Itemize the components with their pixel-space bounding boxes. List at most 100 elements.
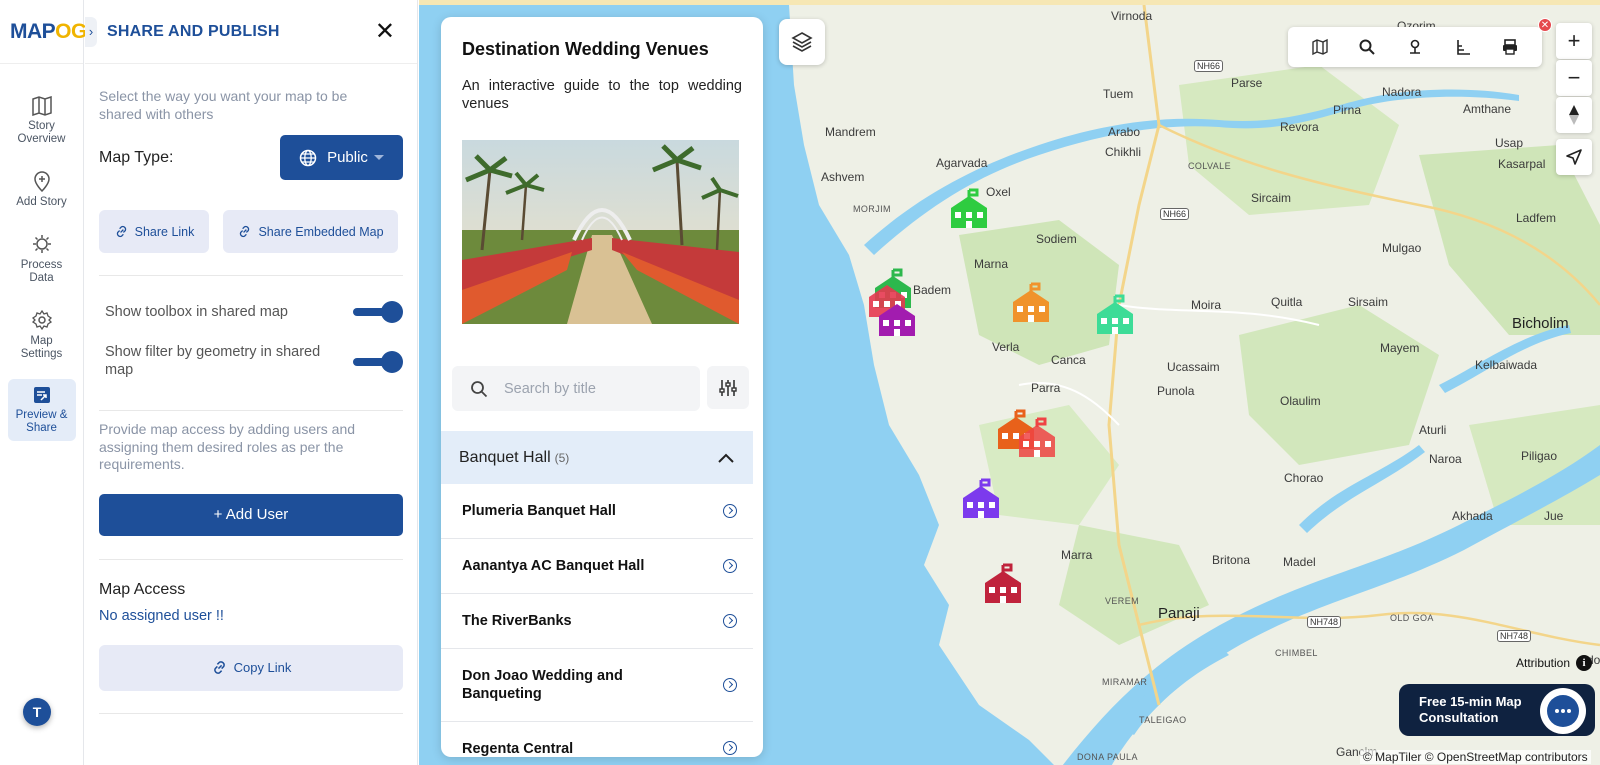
map-label: Marra xyxy=(1061,548,1093,562)
search-input[interactable]: Search by title xyxy=(452,366,700,411)
category-header-banquet-hall[interactable]: Banquet Hall (5) xyxy=(441,431,753,484)
share-link-button[interactable]: Share Link xyxy=(99,210,209,253)
toolbox-toggle-row: Show toolbox in shared map xyxy=(85,301,417,323)
venue-marker[interactable] xyxy=(959,478,1003,520)
venue-item[interactable]: Aanantya AC Banquet Hall xyxy=(441,539,753,594)
toolbox-toggle[interactable] xyxy=(353,301,403,323)
compass-button[interactable] xyxy=(1556,97,1592,133)
road-shield: NH748 xyxy=(1307,616,1342,628)
chevron-circle-icon[interactable] xyxy=(723,504,737,518)
sliders-icon xyxy=(719,379,737,396)
venue-marker[interactable] xyxy=(1009,282,1053,324)
share-embedded-button[interactable]: Share Embedded Map xyxy=(223,210,398,253)
search-icon[interactable] xyxy=(1358,38,1376,56)
rail-item-add-story[interactable]: Add Story xyxy=(8,164,76,215)
filter-toggle-row: Show filter by geometry in shared map xyxy=(85,344,417,379)
attribution[interactable]: Attribution i xyxy=(1516,655,1593,671)
chevron-circle-icon[interactable] xyxy=(723,678,737,692)
venue-item[interactable]: The RiverBanks xyxy=(441,594,753,649)
map-label: Kelbaiwada xyxy=(1475,358,1538,372)
no-user-text: No assigned user !! xyxy=(99,607,224,624)
close-icon: ✕ xyxy=(1540,19,1550,31)
toolbox-close-button[interactable]: ✕ xyxy=(1538,18,1552,32)
add-user-button[interactable]: + Add User xyxy=(99,493,403,536)
info-icon[interactable]: i xyxy=(1576,655,1593,671)
attribution-label: Attribution xyxy=(1516,656,1571,670)
link-icon xyxy=(240,225,250,238)
venue-marker[interactable] xyxy=(1015,417,1059,459)
map-label: Amthane xyxy=(1463,102,1512,116)
link-icon xyxy=(116,225,126,238)
venue-item[interactable]: Regenta Central xyxy=(441,722,753,757)
map-label: Aturli xyxy=(1419,423,1447,437)
collapse-button[interactable]: › xyxy=(85,16,97,47)
map-label: Agarvada xyxy=(936,156,988,170)
gear-icon xyxy=(31,309,52,331)
rail-label: Map Settings xyxy=(20,335,63,360)
locate-button[interactable] xyxy=(1556,139,1592,175)
map-label: Badem xyxy=(913,283,952,297)
map-label: Jue xyxy=(1544,509,1564,523)
venue-marker[interactable] xyxy=(981,563,1025,605)
story-title: Destination Wedding Venues xyxy=(462,39,709,59)
location-icon[interactable] xyxy=(1406,38,1424,56)
venue-name: The RiverBanks xyxy=(462,613,572,629)
venue-item[interactable]: Plumeria Banquet Hall xyxy=(441,484,753,539)
map-label: Quitla xyxy=(1271,295,1303,309)
road-shield: NH66 xyxy=(1194,60,1224,72)
caret-down-icon xyxy=(373,155,384,160)
rail-label: Process Data xyxy=(20,259,63,284)
panel-header: › SHARE AND PUBLISH ✕ xyxy=(85,0,417,64)
rail-item-story-overview[interactable]: Story Overview xyxy=(8,90,76,152)
rail-item-process-data[interactable]: Process Data xyxy=(8,227,76,291)
map-label: Panaji xyxy=(1158,605,1200,622)
logo-text-a: MAP xyxy=(10,19,56,43)
wedding-venue-image xyxy=(462,140,739,324)
share-hint: Select the way you want your map to be s… xyxy=(99,88,348,122)
rail-item-map-settings[interactable]: Map Settings xyxy=(8,303,76,367)
filter-button[interactable] xyxy=(707,366,749,409)
map-icon[interactable] xyxy=(1311,38,1329,56)
filter-toggle[interactable] xyxy=(353,350,403,373)
rail-item-preview-share[interactable]: Preview & Share xyxy=(7,379,76,441)
map-label: Ladfem xyxy=(1516,211,1557,225)
map-label: Piligao xyxy=(1521,449,1558,463)
map-label: COLVALE xyxy=(1188,161,1231,171)
logo-text-b: OG xyxy=(55,19,87,43)
map-label: Parra xyxy=(1031,381,1061,395)
close-icon: ✕ xyxy=(374,17,395,45)
map-label: Arabo xyxy=(1108,125,1141,139)
venue-marker[interactable] xyxy=(1093,294,1137,336)
measure-icon[interactable] xyxy=(1454,38,1472,56)
map-type-select[interactable]: Public xyxy=(280,135,403,180)
layers-button[interactable] xyxy=(779,19,825,65)
compass-icon xyxy=(1569,105,1579,125)
globe-icon xyxy=(299,149,317,166)
venue-marker[interactable] xyxy=(947,188,991,230)
divider xyxy=(99,712,403,714)
left-rail: MAP OG Story Overview Add Story Process D… xyxy=(0,0,87,765)
map-label: Kasarpal xyxy=(1498,157,1546,171)
map-label: Canca xyxy=(1051,353,1086,367)
chevron-right-icon: › xyxy=(88,24,94,39)
zoom-in-button[interactable]: + xyxy=(1556,23,1592,59)
print-icon[interactable] xyxy=(1501,38,1519,56)
share-icon xyxy=(33,387,50,403)
chevron-circle-icon[interactable] xyxy=(723,614,737,628)
venue-marker[interactable] xyxy=(875,296,919,338)
map-label: Madel xyxy=(1283,555,1316,569)
close-button[interactable]: ✕ xyxy=(374,17,395,45)
logo[interactable]: MAP OG xyxy=(0,0,87,64)
share-embedded-label: Share Embedded Map xyxy=(258,224,384,239)
map-label: Mandrem xyxy=(825,125,876,139)
map-label: Virnoda xyxy=(1111,9,1153,23)
zoom-out-button[interactable]: − xyxy=(1556,60,1592,96)
chat-button[interactable] xyxy=(1540,688,1586,734)
venue-name: Don Joao Wedding and Banqueting xyxy=(462,668,623,702)
road-shield: NH66 xyxy=(1160,208,1190,220)
user-avatar[interactable]: T xyxy=(23,698,51,726)
venue-item[interactable]: Don Joao Wedding and Banqueting xyxy=(441,649,753,722)
chevron-circle-icon[interactable] xyxy=(723,741,737,755)
chevron-circle-icon[interactable] xyxy=(723,559,737,573)
copy-link-button[interactable]: Copy Link xyxy=(99,644,403,691)
